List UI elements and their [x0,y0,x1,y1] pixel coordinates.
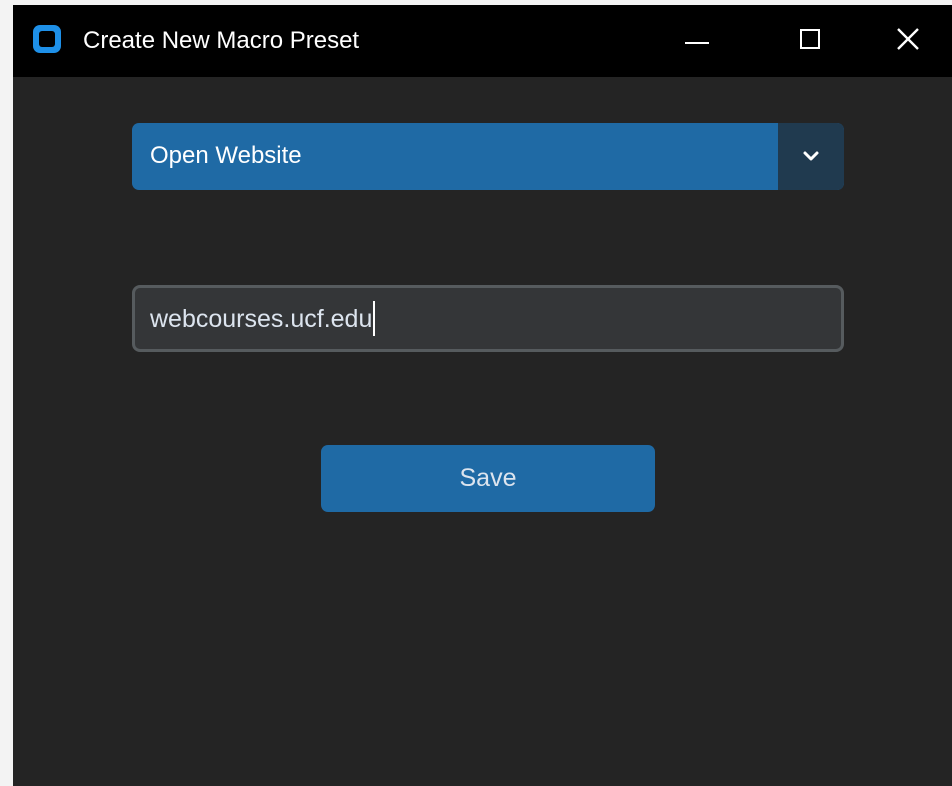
maximize-icon [800,29,820,49]
dialog-window: Create New Macro Preset Open Website web… [13,5,952,786]
save-button[interactable]: Save [321,445,655,512]
dropdown-selected-value: Open Website [150,142,302,169]
close-button[interactable] [862,5,952,77]
title-bar[interactable]: Create New Macro Preset [13,5,952,77]
url-input-value: webcourses.ucf.edu [150,305,373,333]
window-title: Create New Macro Preset [83,27,360,54]
maximize-button[interactable] [765,5,855,77]
text-caret [373,301,375,336]
save-button-label: Save [459,464,517,492]
close-icon [897,28,919,50]
background-strip-left [0,0,13,786]
minimize-icon [685,42,709,44]
chevron-down-icon [803,151,819,161]
action-type-dropdown[interactable]: Open Website [132,123,844,190]
url-input[interactable]: webcourses.ucf.edu [132,285,844,352]
dropdown-arrow-button[interactable] [778,123,844,190]
minimize-button[interactable] [655,5,745,77]
app-icon [33,25,61,53]
